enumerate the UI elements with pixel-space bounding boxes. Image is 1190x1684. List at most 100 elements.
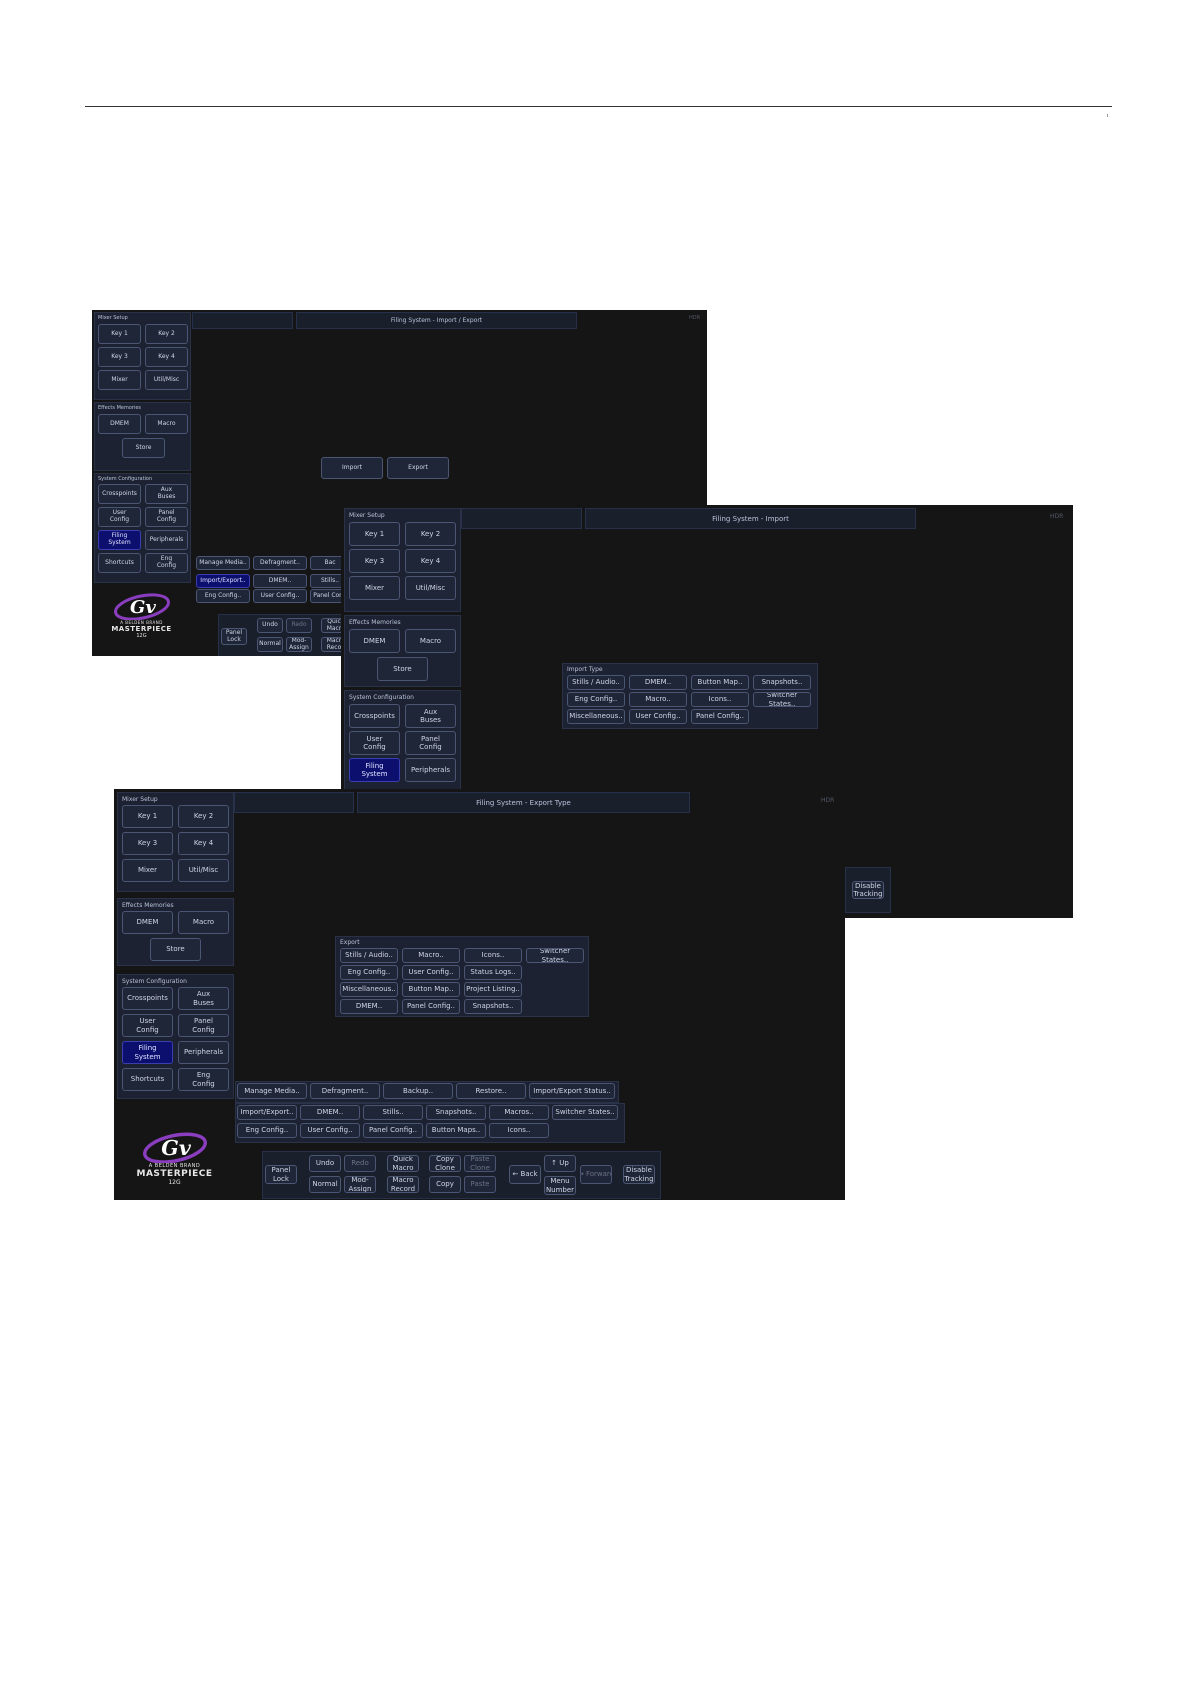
redo-button[interactable]: Redo xyxy=(286,618,312,633)
export-eng-config-button[interactable]: Eng Config.. xyxy=(340,965,398,980)
copy-clone-button[interactable]: Copy Clone xyxy=(429,1155,461,1172)
menu-number-button[interactable]: Menu Number xyxy=(544,1176,576,1195)
macro-record-button[interactable]: Macro Record xyxy=(387,1176,419,1193)
tab-eng-config[interactable]: Eng Config.. xyxy=(196,589,250,603)
key3-button[interactable]: Key 3 xyxy=(349,549,400,573)
export-switcher-states-button[interactable]: Switcher States.. xyxy=(526,948,584,963)
export-panel-config-button[interactable]: Panel Config.. xyxy=(402,999,460,1014)
user-config-button[interactable]: User Config xyxy=(122,1014,173,1037)
tab-import-export-status[interactable]: Import/Export Status.. xyxy=(529,1083,615,1099)
util-misc-button[interactable]: Util/Misc xyxy=(145,370,188,390)
normal-button[interactable]: Normal xyxy=(257,637,283,652)
import-button-map-button[interactable]: Button Map.. xyxy=(691,675,749,690)
store-button[interactable]: Store xyxy=(377,657,428,681)
export-icons-button[interactable]: Icons.. xyxy=(464,948,522,963)
copy-button[interactable]: Copy xyxy=(429,1176,461,1193)
tab-manage-media[interactable]: Manage Media.. xyxy=(196,556,250,570)
macro-button[interactable]: Macro xyxy=(405,629,456,653)
key4-button[interactable]: Key 4 xyxy=(145,347,188,367)
key1-button[interactable]: Key 1 xyxy=(349,522,400,546)
import-icons-button[interactable]: Icons.. xyxy=(691,692,749,707)
tab-user-config[interactable]: User Config.. xyxy=(253,589,307,603)
back-button[interactable]: ← Back xyxy=(509,1165,541,1184)
undo-button[interactable]: Undo xyxy=(309,1155,341,1172)
key2-button[interactable]: Key 2 xyxy=(145,324,188,344)
crosspoints-button[interactable]: Crosspoints xyxy=(122,987,173,1010)
panel-lock-button[interactable]: Panel Lock xyxy=(221,628,247,645)
import-dmem-button[interactable]: DMEM.. xyxy=(629,675,687,690)
tab-dmem[interactable]: DMEM.. xyxy=(300,1105,360,1120)
key3-button[interactable]: Key 3 xyxy=(122,832,173,855)
panel-config-button[interactable]: Panel Config xyxy=(145,507,188,527)
key1-button[interactable]: Key 1 xyxy=(98,324,141,344)
macro-button[interactable]: Macro xyxy=(145,414,188,434)
panel-lock-button[interactable]: Panel Lock xyxy=(265,1165,297,1184)
export-project-listing-button[interactable]: Project Listing.. xyxy=(464,982,522,997)
peripherals-button[interactable]: Peripherals xyxy=(405,758,456,782)
store-button[interactable]: Store xyxy=(150,938,201,961)
user-config-button[interactable]: User Config xyxy=(98,507,141,527)
tab-backup[interactable]: Backup.. xyxy=(383,1083,453,1099)
up-button[interactable]: ↑ Up xyxy=(544,1155,576,1172)
crosspoints-button[interactable]: Crosspoints xyxy=(98,484,141,504)
tab-import-export[interactable]: Import/Export.. xyxy=(237,1105,297,1120)
disable-tracking-button[interactable]: Disable Tracking xyxy=(623,1165,655,1184)
normal-button[interactable]: Normal xyxy=(309,1176,341,1193)
paste-button[interactable]: Paste xyxy=(464,1176,496,1193)
export-miscellaneous-button[interactable]: Miscellaneous.. xyxy=(340,982,398,997)
peripherals-button[interactable]: Peripherals xyxy=(145,530,188,550)
quick-macro-button[interactable]: Quick Macro xyxy=(387,1155,419,1172)
aux-buses-button[interactable]: Aux Buses xyxy=(145,484,188,504)
user-config-button[interactable]: User Config xyxy=(349,731,400,755)
shortcuts-button[interactable]: Shortcuts xyxy=(98,553,141,573)
forward-button[interactable]: → Forward xyxy=(580,1165,612,1184)
filing-system-button[interactable]: Filing System xyxy=(122,1041,173,1064)
shortcuts-button[interactable]: Shortcuts xyxy=(122,1068,173,1091)
export-button[interactable]: Export xyxy=(387,457,449,479)
key2-button[interactable]: Key 2 xyxy=(178,805,229,828)
eng-config-button[interactable]: Eng Config xyxy=(145,553,188,573)
import-switcher-states-button[interactable]: Switcher States.. xyxy=(753,692,811,707)
tab-import-export[interactable]: Import/Export.. xyxy=(196,574,250,588)
tab-snapshots[interactable]: Snapshots.. xyxy=(426,1105,486,1120)
tab-icons[interactable]: Icons.. xyxy=(489,1123,549,1138)
export-status-logs-button[interactable]: Status Logs.. xyxy=(464,965,522,980)
tab-macros[interactable]: Macros.. xyxy=(489,1105,549,1120)
key3-button[interactable]: Key 3 xyxy=(98,347,141,367)
dmem-button[interactable]: DMEM xyxy=(122,911,173,934)
key4-button[interactable]: Key 4 xyxy=(178,832,229,855)
key1-button[interactable]: Key 1 xyxy=(122,805,173,828)
tab-user-config[interactable]: User Config.. xyxy=(300,1123,360,1138)
eng-config-button[interactable]: Eng Config xyxy=(178,1068,229,1091)
panel-config-button[interactable]: Panel Config xyxy=(405,731,456,755)
key2-button[interactable]: Key 2 xyxy=(405,522,456,546)
tab-panel-config[interactable]: Panel Config.. xyxy=(363,1123,423,1138)
key4-button[interactable]: Key 4 xyxy=(405,549,456,573)
undo-button[interactable]: Undo xyxy=(257,618,283,633)
import-user-config-button[interactable]: User Config.. xyxy=(629,709,687,724)
aux-buses-button[interactable]: Aux Buses xyxy=(405,704,456,728)
util-misc-button[interactable]: Util/Misc xyxy=(405,576,456,600)
import-panel-config-button[interactable]: Panel Config.. xyxy=(691,709,749,724)
mixer-button[interactable]: Mixer xyxy=(122,859,173,882)
mod-assign-button[interactable]: Mod- Assign xyxy=(286,637,312,652)
paste-clone-button[interactable]: Paste Clone xyxy=(464,1155,496,1172)
tab-defragment[interactable]: Defragment.. xyxy=(310,1083,380,1099)
macro-button[interactable]: Macro xyxy=(178,911,229,934)
filing-system-button[interactable]: Filing System xyxy=(98,530,141,550)
dmem-button[interactable]: DMEM xyxy=(349,629,400,653)
dmem-button[interactable]: DMEM xyxy=(98,414,141,434)
import-stills-audio-button[interactable]: Stills / Audio.. xyxy=(567,675,625,690)
import-miscellaneous-button[interactable]: Miscellaneous.. xyxy=(567,709,625,724)
tab-button-maps[interactable]: Button Maps.. xyxy=(426,1123,486,1138)
import-snapshots-button[interactable]: Snapshots.. xyxy=(753,675,811,690)
aux-buses-button[interactable]: Aux Buses xyxy=(178,987,229,1010)
export-user-config-button[interactable]: User Config.. xyxy=(402,965,460,980)
export-dmem-button[interactable]: DMEM.. xyxy=(340,999,398,1014)
export-stills-audio-button[interactable]: Stills / Audio.. xyxy=(340,948,398,963)
import-macro-button[interactable]: Macro.. xyxy=(629,692,687,707)
tab-switcher-states[interactable]: Switcher States.. xyxy=(552,1105,618,1120)
tab-eng-config[interactable]: Eng Config.. xyxy=(237,1123,297,1138)
tab-manage-media[interactable]: Manage Media.. xyxy=(237,1083,307,1099)
disable-tracking-button[interactable]: Disable Tracking xyxy=(852,881,884,899)
